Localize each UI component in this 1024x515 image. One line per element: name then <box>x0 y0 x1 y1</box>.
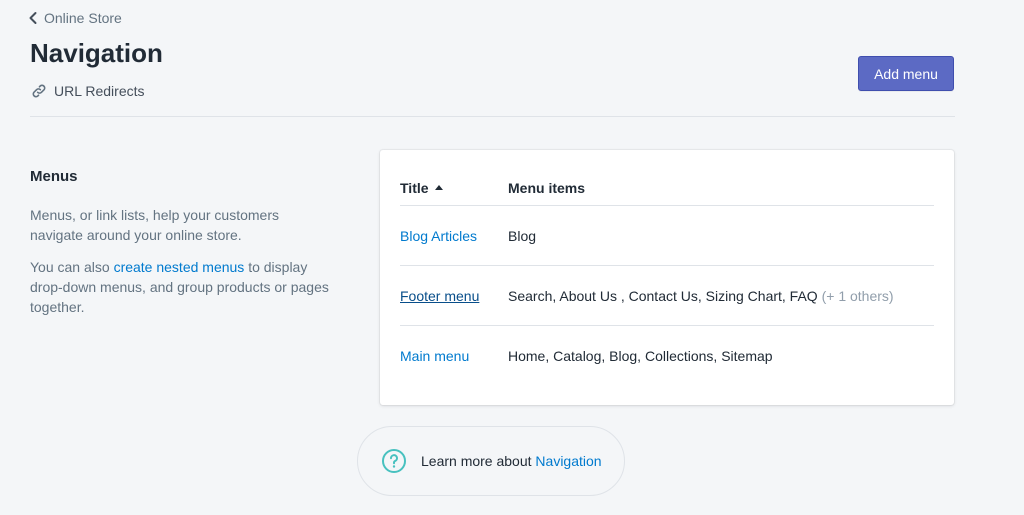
link-icon <box>32 84 46 98</box>
table-header: Title Menu items <box>400 170 934 206</box>
section-desc-paragraph-1: Menus, or link lists, help your customer… <box>30 207 279 243</box>
menu-link-footer-menu[interactable]: Footer menu <box>400 288 479 304</box>
desc2-prefix: You can also <box>30 259 114 275</box>
header-divider <box>30 116 955 117</box>
table-cell-title: Main menu <box>400 348 508 364</box>
section-title: Menus <box>30 168 78 185</box>
url-redirects-action[interactable]: URL Redirects <box>30 82 145 100</box>
breadcrumb-online-store[interactable]: Online Store <box>28 10 122 26</box>
breadcrumb-label: Online Store <box>44 10 122 26</box>
menu-link-main-menu[interactable]: Main menu <box>400 348 469 364</box>
chevron-left-icon <box>29 12 37 24</box>
table-cell-title: Blog Articles <box>400 228 508 244</box>
menu-link-blog-articles[interactable]: Blog Articles <box>400 228 477 244</box>
learn-more-prefix: Learn more about <box>421 453 532 469</box>
menu-items-list: Search, About Us , Contact Us, Sizing Ch… <box>508 287 818 304</box>
title-column-header[interactable]: Title <box>400 180 508 196</box>
table-row: Main menu Home, Catalog, Blog, Collectio… <box>400 326 934 385</box>
table-row: Footer menu Search, About Us , Contact U… <box>400 266 934 326</box>
add-menu-button[interactable]: Add menu <box>858 56 954 91</box>
question-circle-icon <box>382 449 406 473</box>
table-cell-title: Footer menu <box>400 288 508 304</box>
menus-card: Title Menu items Blog Articles Blog Foot… <box>380 150 954 405</box>
menu-items-column-header: Menu items <box>508 179 586 196</box>
menus-table: Title Menu items Blog Articles Blog Foot… <box>400 170 934 385</box>
create-nested-menus-link[interactable]: create nested menus <box>114 259 245 275</box>
page-title: Navigation <box>30 38 163 68</box>
menu-items-text: Search, About Us , Contact Us, Sizing Ch… <box>508 288 894 304</box>
section-description: Menus, or link lists, help your customer… <box>30 205 330 329</box>
section-desc-paragraph-2: You can also create nested menus to disp… <box>30 257 330 317</box>
menu-items-text: Home, Catalog, Blog, Collections, Sitema… <box>508 347 773 364</box>
title-header-label: Title <box>400 179 429 196</box>
url-redirects-label: URL Redirects <box>54 83 145 99</box>
menu-items-others-count: (+ 1 others) <box>821 287 894 304</box>
menu-items-text: Blog <box>508 227 537 244</box>
learn-more-footer: Learn more about Navigation <box>357 426 625 496</box>
sort-ascending-icon <box>434 185 443 190</box>
table-row: Blog Articles Blog <box>400 206 934 266</box>
navigation-help-link[interactable]: Navigation <box>535 453 601 469</box>
